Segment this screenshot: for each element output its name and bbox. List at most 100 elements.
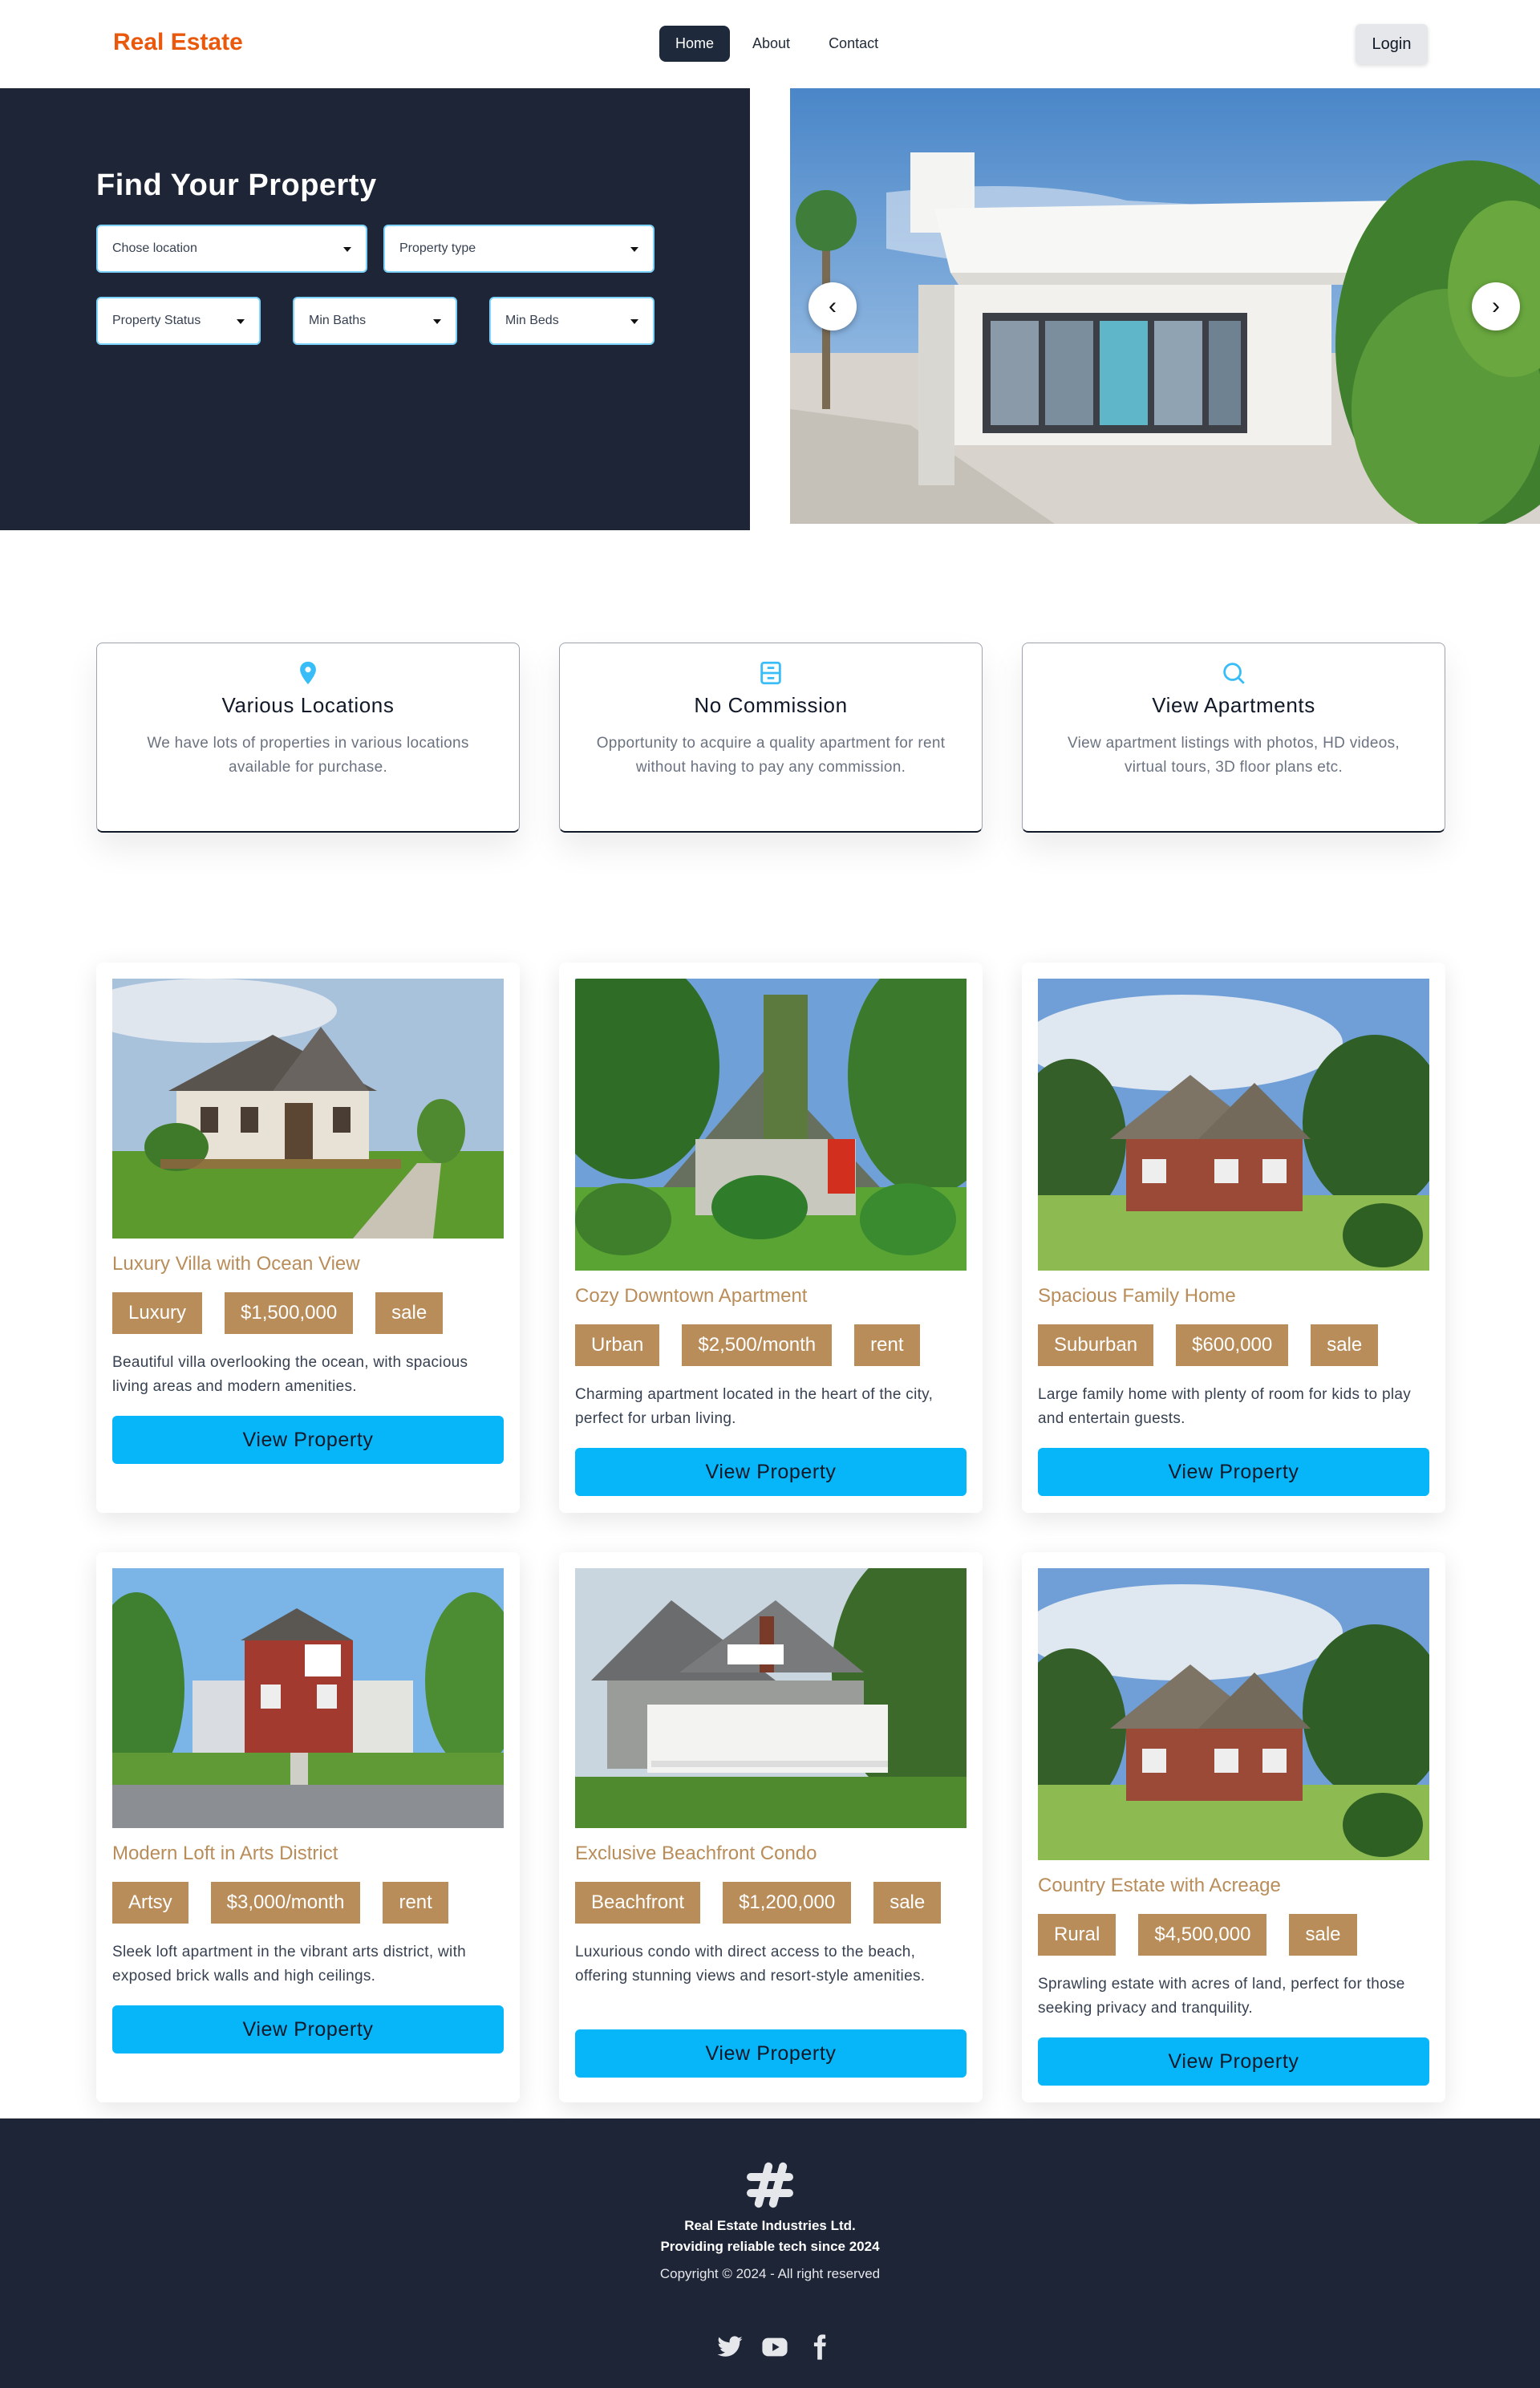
feature-card-apartments: View Apartments View apartment listings … [1022, 643, 1445, 833]
nav-link-about[interactable]: About [736, 26, 806, 62]
property-photo [575, 979, 967, 1271]
search-icon [1223, 663, 1245, 684]
feature-text: View apartment listings with photos, HD … [1068, 735, 1400, 776]
listing-card: Modern Loft in Arts District Artsy $3,00… [96, 1552, 520, 2102]
status-badge: sale [375, 1292, 444, 1334]
brand-logo[interactable]: Real Estate [113, 29, 243, 56]
listing-description: Large family home with plenty of room fo… [1038, 1386, 1412, 1427]
feature-title: View Apartments [1152, 693, 1315, 717]
listing-description: Sleek loft apartment in the vibrant arts… [112, 1944, 467, 1985]
listing-card: Spacious Family Home Suburban $600,000 s… [1022, 963, 1445, 1513]
nav-link-home[interactable]: Home [659, 26, 731, 62]
category-badge: Urban [575, 1324, 660, 1366]
listing-card: Country Estate with Acreage Rural $4,500… [1022, 1552, 1445, 2102]
listing-card: Cozy Downtown Apartment Urban $2,500/mon… [559, 963, 983, 1513]
property-photo [575, 1568, 967, 1828]
facebook-icon[interactable] [806, 2333, 833, 2361]
location-select-label: Chose location [112, 241, 197, 255]
footer: Real Estate Industries Ltd. Providing re… [0, 2118, 1540, 2388]
property-photo [1038, 1568, 1429, 1860]
property-type-select-label: Property type [399, 241, 476, 255]
listing-tags: Beachfront $1,200,000 sale [575, 1882, 942, 1924]
property-photo [112, 979, 504, 1239]
listing-tags: Luxury $1,500,000 sale [112, 1292, 444, 1334]
feature-title: Various Locations [221, 693, 395, 717]
caret-down-icon [237, 319, 245, 324]
property-status-select[interactable]: Property Status [96, 297, 261, 345]
status-badge: sale [1289, 1914, 1357, 1956]
feature-text: We have lots of properties in various lo… [147, 735, 469, 776]
property-photo [1038, 979, 1429, 1271]
listing-card: Luxury Villa with Ocean View Luxury $1,5… [96, 963, 520, 1513]
listing-description: Beautiful villa overlooking the ocean, w… [112, 1354, 468, 1395]
listing-tags: Artsy $3,000/month rent [112, 1882, 448, 1924]
min-baths-select[interactable]: Min Baths [293, 297, 457, 345]
hashtag-logo-icon [747, 2162, 793, 2208]
status-badge: sale [873, 1882, 942, 1924]
listing-title[interactable]: Exclusive Beachfront Condo [575, 1843, 817, 1865]
price-badge: $1,200,000 [723, 1882, 852, 1924]
caret-down-icon [630, 319, 638, 324]
view-property-button[interactable]: View Property [575, 1448, 967, 1496]
view-property-button[interactable]: View Property [112, 2005, 504, 2054]
listing-card: Exclusive Beachfront Condo Beachfront $1… [559, 1552, 983, 2102]
carousel-prev-button[interactable]: ‹ [808, 282, 857, 330]
status-badge: rent [854, 1324, 920, 1366]
listing-tags: Suburban $600,000 sale [1038, 1324, 1379, 1366]
login-button[interactable]: Login [1356, 24, 1428, 64]
location-pin-icon [300, 661, 316, 685]
listing-description: Luxurious condo with direct access to th… [575, 1944, 926, 1985]
price-badge: $1,500,000 [225, 1292, 354, 1334]
min-beds-select[interactable]: Min Beds [489, 297, 654, 345]
category-badge: Suburban [1038, 1324, 1154, 1366]
file-cabinet-icon [760, 661, 781, 685]
category-badge: Beachfront [575, 1882, 701, 1924]
category-badge: Rural [1038, 1914, 1116, 1956]
price-badge: $2,500/month [682, 1324, 833, 1366]
property-type-select[interactable]: Property type [383, 225, 654, 273]
hero-title: Find Your Property [96, 168, 377, 202]
carousel-next-button[interactable]: › [1472, 282, 1520, 330]
nav-link-contact[interactable]: Contact [813, 26, 894, 62]
search-panel: Find Your Property Chose location Proper… [0, 88, 750, 530]
view-property-button[interactable]: View Property [575, 2029, 967, 2078]
view-property-button[interactable]: View Property [1038, 2037, 1429, 2086]
youtube-icon[interactable] [761, 2333, 788, 2361]
footer-copyright: Copyright © 2024 - All right reserved [659, 2266, 881, 2281]
category-badge: Luxury [112, 1292, 203, 1334]
caret-down-icon [343, 247, 351, 252]
min-baths-select-label: Min Baths [309, 314, 367, 327]
footer-company: Real Estate Industries Ltd. [684, 2218, 856, 2233]
feature-card-locations: Various Locations We have lots of proper… [96, 643, 520, 833]
feature-title: No Commission [694, 693, 848, 717]
view-property-button[interactable]: View Property [112, 1416, 504, 1464]
view-property-button[interactable]: View Property [1038, 1448, 1429, 1496]
price-badge: $3,000/month [210, 1882, 361, 1924]
status-badge: sale [1311, 1324, 1379, 1366]
social-links [716, 2333, 833, 2361]
nav-links: Home About Contact [659, 26, 894, 62]
modern-house-image [790, 88, 1540, 524]
listing-title[interactable]: Cozy Downtown Apartment [575, 1285, 807, 1308]
price-badge: $4,500,000 [1138, 1914, 1267, 1956]
listing-title[interactable]: Country Estate with Acreage [1038, 1875, 1281, 1897]
status-badge: rent [383, 1882, 448, 1924]
property-status-select-label: Property Status [112, 314, 201, 327]
navbar: Real Estate Home About Contact Login [0, 0, 1540, 88]
location-select[interactable]: Chose location [96, 225, 367, 273]
caret-down-icon [630, 247, 638, 252]
property-photo [112, 1568, 504, 1828]
price-badge: $600,000 [1176, 1324, 1289, 1366]
min-beds-select-label: Min Beds [505, 314, 559, 327]
listing-description: Sprawling estate with acres of land, per… [1038, 1976, 1405, 2017]
listing-title[interactable]: Modern Loft in Arts District [112, 1843, 338, 1865]
feature-text: Opportunity to acquire a quality apartme… [596, 735, 946, 776]
listing-description: Charming apartment located in the heart … [575, 1386, 934, 1427]
listing-title[interactable]: Spacious Family Home [1038, 1285, 1236, 1308]
twitter-icon[interactable] [716, 2333, 744, 2361]
listing-tags: Urban $2,500/month rent [575, 1324, 920, 1366]
listing-title[interactable]: Luxury Villa with Ocean View [112, 1253, 360, 1275]
footer-tagline: Providing reliable tech since 2024 [660, 2239, 880, 2254]
caret-down-icon [433, 319, 441, 324]
listing-tags: Rural $4,500,000 sale [1038, 1914, 1357, 1956]
